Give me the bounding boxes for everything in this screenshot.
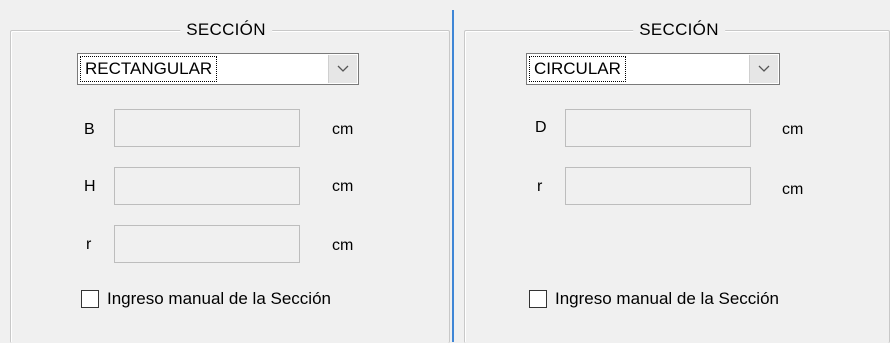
unit-label-b: cm (332, 121, 354, 138)
field-label-h: H (84, 178, 96, 195)
unit-label-h: cm (332, 178, 354, 195)
right-section-type-select[interactable]: CIRCULAR (526, 53, 780, 85)
d-input[interactable] (565, 109, 751, 147)
left-section-type-value: RECTANGULAR (79, 56, 218, 82)
chevron-down-icon (337, 65, 349, 72)
unit-label-r-left: cm (332, 237, 354, 254)
right-section-legend: SECCIÓN (633, 20, 725, 40)
unit-label-r-right: cm (782, 181, 804, 198)
field-label-r-right: r (537, 178, 543, 195)
field-label-b: B (84, 121, 95, 138)
h-input[interactable] (114, 167, 300, 205)
manual-entry-label: Ingreso manual de la Sección (107, 289, 331, 308)
left-section-dropdown-button[interactable] (328, 55, 357, 83)
manual-entry-label: Ingreso manual de la Sección (555, 289, 779, 308)
panel-splitter[interactable] (452, 10, 454, 342)
field-label-r: r (86, 236, 92, 253)
left-section-groupbox: SECCIÓN RECTANGULAR B cm H cm r cm Ingre… (10, 20, 450, 343)
right-section-dropdown-button[interactable] (749, 55, 778, 83)
left-section-legend: SECCIÓN (180, 20, 272, 40)
r-input-right[interactable] (565, 167, 751, 205)
checkbox-box[interactable] (529, 290, 547, 308)
left-section-type-select[interactable]: RECTANGULAR (77, 53, 359, 85)
right-section-type-value: CIRCULAR (529, 56, 626, 82)
left-section-panel: SECCIÓN RECTANGULAR B cm H cm r cm Ingre… (0, 0, 452, 343)
checkbox-box[interactable] (81, 290, 99, 308)
r-input-left[interactable] (114, 225, 300, 263)
left-manual-entry-checkbox[interactable]: Ingreso manual de la Sección (81, 289, 331, 309)
unit-label-d: cm (782, 121, 804, 138)
field-label-d: D (535, 119, 547, 136)
chevron-down-icon (758, 65, 770, 72)
right-section-groupbox: SECCIÓN CIRCULAR D cm r cm Ingreso manua… (464, 20, 890, 343)
right-manual-entry-checkbox[interactable]: Ingreso manual de la Sección (529, 289, 779, 309)
right-section-panel: SECCIÓN CIRCULAR D cm r cm Ingreso manua… (458, 0, 890, 343)
b-input[interactable] (114, 109, 300, 147)
